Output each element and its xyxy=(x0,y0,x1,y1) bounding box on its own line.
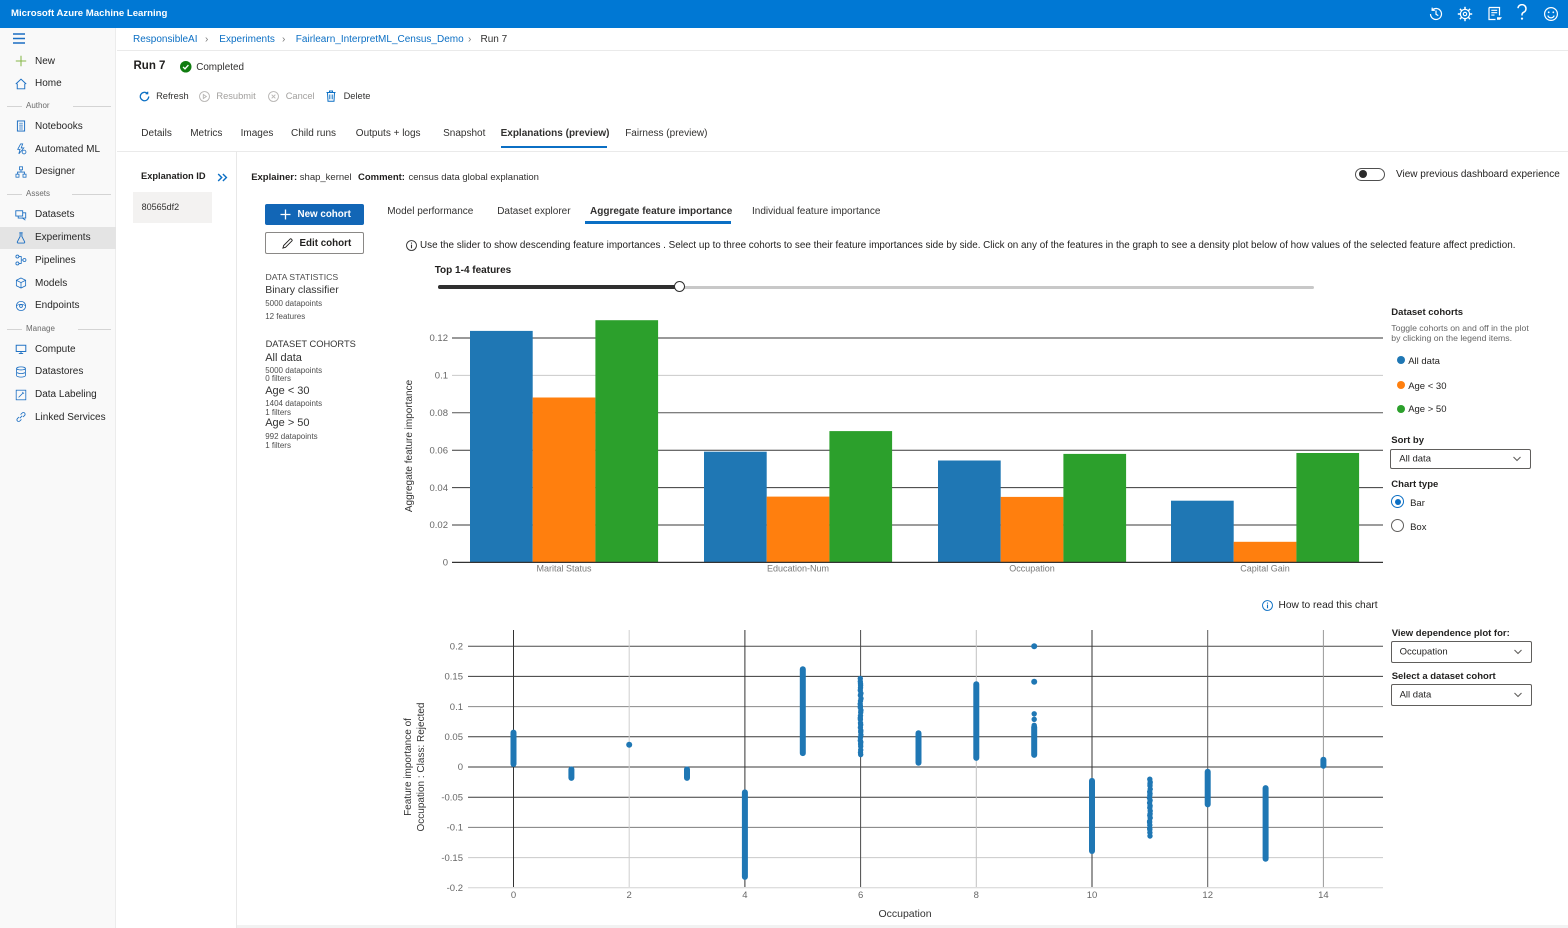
svg-text:0.1: 0.1 xyxy=(450,702,463,713)
svg-text:12: 12 xyxy=(1202,890,1213,901)
svg-text:0: 0 xyxy=(458,762,463,773)
svg-text:0.05: 0.05 xyxy=(445,732,464,743)
svg-text:10: 10 xyxy=(1087,890,1098,901)
svg-text:-0.1: -0.1 xyxy=(447,823,463,834)
svg-text:0.2: 0.2 xyxy=(450,641,463,652)
svg-text:0.15: 0.15 xyxy=(445,672,464,683)
svg-text:2: 2 xyxy=(627,890,632,901)
svg-text:Occupation : Class: Rejected: Occupation : Class: Rejected xyxy=(416,703,427,832)
svg-text:14: 14 xyxy=(1318,890,1329,901)
svg-text:4: 4 xyxy=(742,890,747,901)
svg-text:-0.2: -0.2 xyxy=(447,883,463,894)
svg-text:-0.05: -0.05 xyxy=(441,792,463,803)
svg-text:Occupation: Occupation xyxy=(878,908,931,920)
svg-text:6: 6 xyxy=(858,890,863,901)
svg-text:Feature importance of: Feature importance of xyxy=(403,718,414,816)
svg-text:8: 8 xyxy=(974,890,979,901)
svg-text:0: 0 xyxy=(511,890,516,901)
svg-text:-0.15: -0.15 xyxy=(441,853,463,864)
